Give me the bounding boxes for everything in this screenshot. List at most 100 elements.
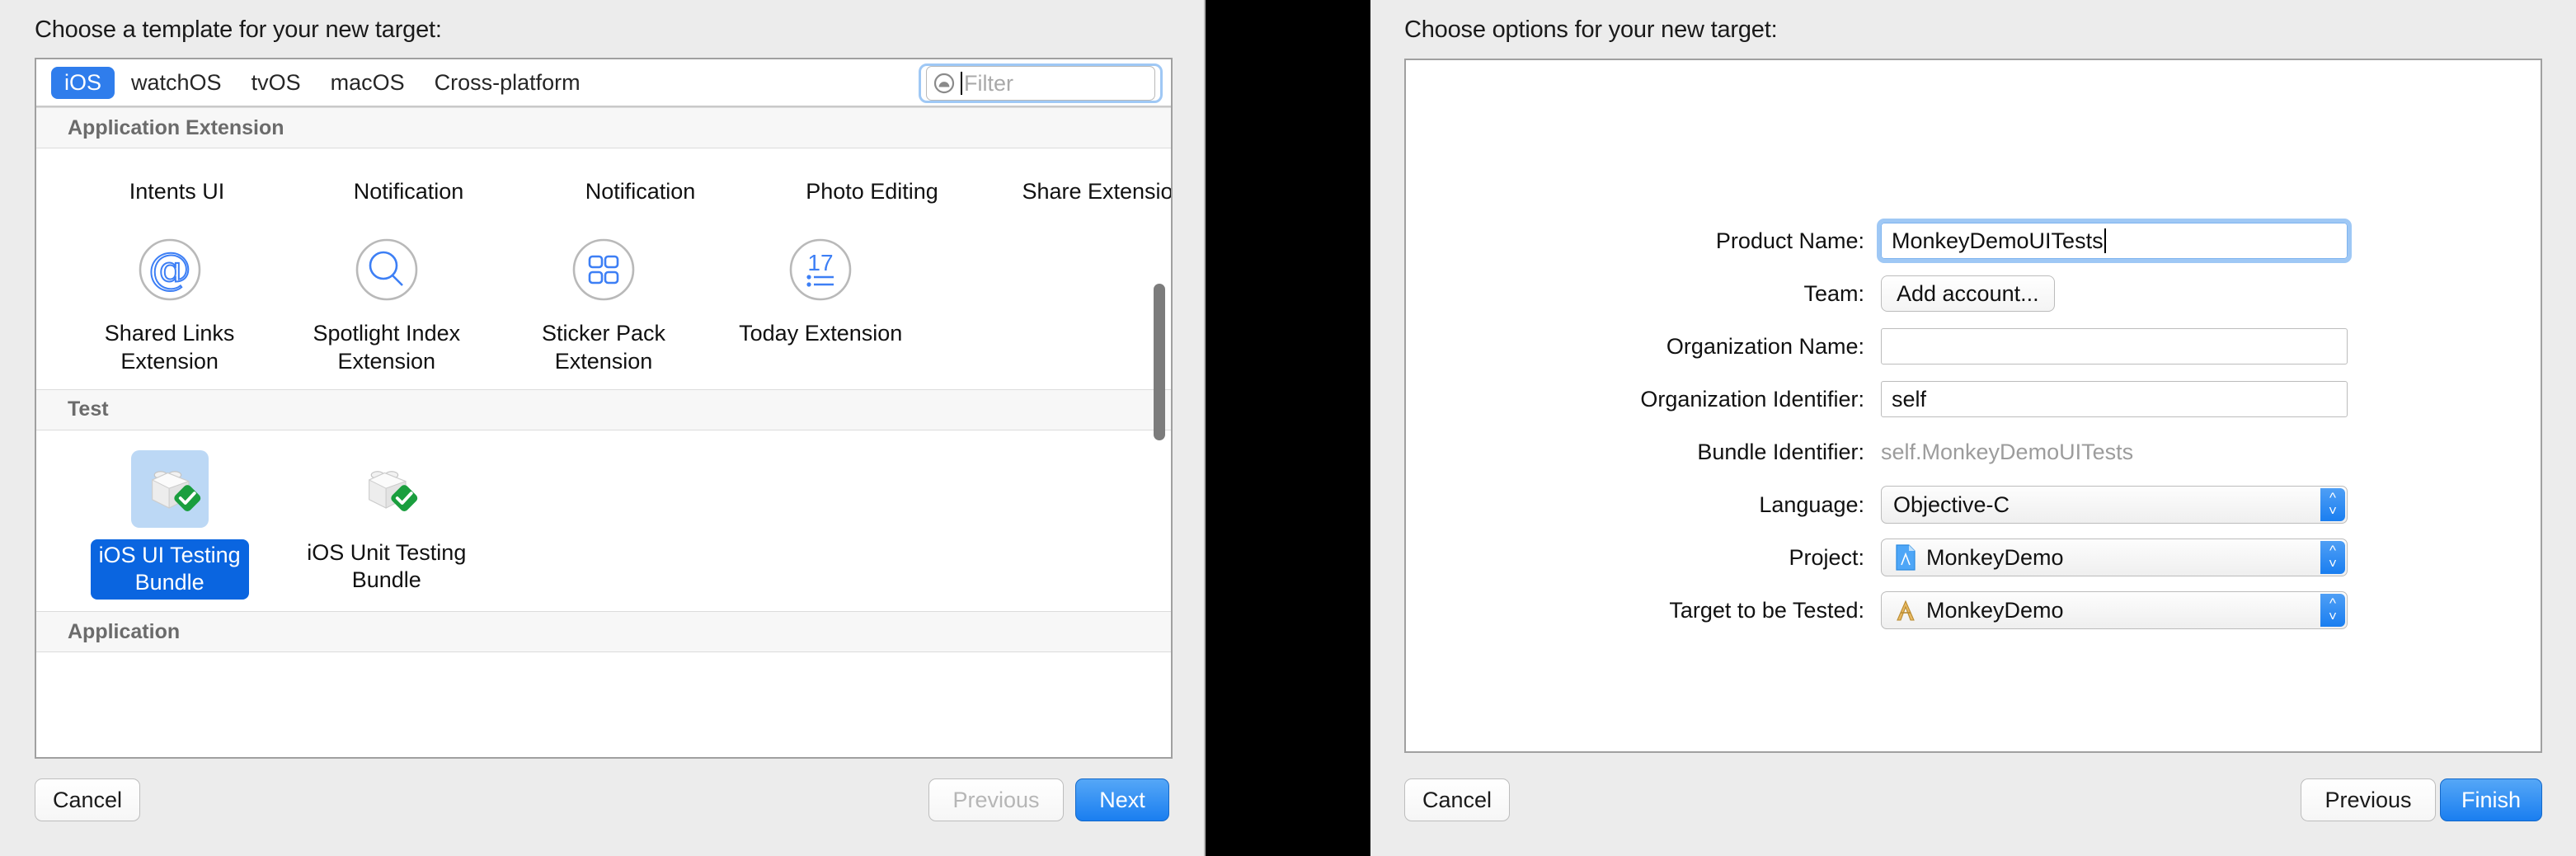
product-name-input[interactable]: MonkeyDemoUITests	[1877, 219, 2352, 263]
project-value: MonkeyDemo	[1926, 544, 2064, 570]
field-row-target-to-be-tested: Target to be Tested: MonkeyDemo ^ ˅	[1406, 591, 2541, 629]
product-name-value: MonkeyDemoUITests	[1892, 228, 2104, 253]
filter-placeholder: Filter	[964, 70, 1013, 96]
next-button[interactable]: Next	[1075, 778, 1169, 821]
section-header-application: Application	[36, 611, 1171, 652]
organization-name-input[interactable]	[1881, 328, 2348, 365]
target-to-be-tested-value: MonkeyDemo	[1926, 597, 2064, 623]
magnifier-icon	[348, 231, 425, 308]
field-row-team: Team: Add account...	[1406, 275, 2541, 313]
organization-identifier-label: Organization Identifier:	[1640, 386, 1864, 412]
template-chooser-dialog: Choose a template for your new target: i…	[0, 0, 1206, 856]
template-label: Notification Service Extension	[585, 179, 696, 204]
four-squares-icon	[565, 231, 642, 308]
tabbed-app-icon	[1065, 674, 1143, 679]
cancel-button-right[interactable]: Cancel	[1404, 778, 1510, 821]
cancel-button[interactable]: Cancel	[35, 778, 140, 821]
clipped-template-row: Intents UI Extension Notification Conten…	[36, 148, 1171, 206]
tab-macos[interactable]: macOS	[317, 67, 418, 99]
template-label: Share Extension	[1022, 179, 1171, 204]
template-item-single-view-app[interactable]: 1	[61, 662, 293, 679]
tab-ios[interactable]: iOS	[51, 66, 115, 99]
organization-identifier-input[interactable]: self	[1881, 381, 2348, 417]
screen-root: Choose a template for your new target: i…	[0, 0, 2576, 856]
game-app-icon	[370, 674, 448, 679]
test-bundle-icon	[348, 450, 425, 528]
template-row-test: iOS UI Testing Bundle iOS Unit Testing B…	[36, 430, 1171, 600]
tab-tvos[interactable]: tvOS	[238, 67, 314, 99]
template-item-ios-ui-testing-bundle[interactable]: iOS UI Testing Bundle	[61, 439, 278, 600]
xcode-project-icon	[1893, 543, 1918, 571]
bundle-identifier-label: Bundle Identifier:	[1697, 439, 1864, 464]
target-to-be-tested-select[interactable]: MonkeyDemo ^ ˅	[1881, 591, 2348, 629]
template-item-master-detail-app[interactable]	[524, 662, 756, 679]
bundle-identifier-value: self.MonkeyDemoUITests	[1881, 439, 2134, 464]
field-row-organization-name: Organization Name:	[1406, 327, 2541, 365]
template-label: Today Extension	[739, 321, 903, 346]
template-label: iOS UI Testing Bundle	[90, 539, 249, 600]
template-item-share-extension[interactable]: Share Extension	[988, 148, 1171, 206]
search-icon	[933, 72, 956, 95]
vertical-scrollbar[interactable]	[1154, 284, 1165, 440]
template-toolbar: iOS watchOS tvOS macOS Cross-platform Fi…	[36, 59, 1171, 107]
options-form-panel: Product Name: MonkeyDemoUITests Team: Ad…	[1404, 59, 2542, 753]
section-header-test: Test	[36, 388, 1171, 430]
template-cell-empty	[929, 439, 1146, 600]
add-account-button[interactable]: Add account...	[1881, 275, 2055, 312]
master-detail-app-icon	[602, 674, 679, 679]
template-cell-empty	[929, 219, 1146, 376]
template-cell-empty	[712, 439, 929, 600]
template-item-page-based-app[interactable]	[756, 662, 988, 679]
template-item-shared-links-extension[interactable]: @ Shared Links Extension	[61, 219, 278, 376]
template-browser-panel: iOS watchOS tvOS macOS Cross-platform Fi…	[35, 58, 1173, 759]
text-caret	[2104, 228, 2106, 253]
project-select[interactable]: MonkeyDemo ^ ˅	[1881, 539, 2348, 576]
template-item-tabbed-app[interactable]	[988, 662, 1171, 679]
target-to-be-tested-label: Target to be Tested:	[1669, 597, 1864, 623]
stepper-arrows-icon[interactable]: ^ ˅	[2320, 594, 2345, 627]
product-name-label: Product Name:	[1715, 228, 1864, 253]
template-scroll-area[interactable]: Application Extension Intents UI Extensi…	[36, 107, 1171, 757]
stepper-arrows-icon[interactable]: ^ ˅	[2320, 488, 2345, 521]
language-label: Language:	[1759, 491, 1864, 517]
svg-text:@: @	[148, 245, 191, 294]
filter-field[interactable]: Filter	[919, 63, 1163, 103]
template-cell-empty	[495, 439, 712, 600]
template-item-sticker-pack-extension[interactable]: Sticker Pack Extension	[495, 219, 712, 376]
field-row-product-name: Product Name: MonkeyDemoUITests	[1406, 219, 2541, 263]
organization-identifier-value: self	[1892, 386, 1927, 412]
template-item-photo-editing-extension[interactable]: Photo Editing Extension	[756, 148, 988, 206]
language-value: Objective-C	[1893, 491, 2010, 517]
platform-tab-bar: iOS watchOS tvOS macOS Cross-platform	[36, 66, 594, 99]
template-item-notification-service-extension[interactable]: Notification Service Extension	[524, 148, 756, 206]
options-form-rows: Product Name: MonkeyDemoUITests Team: Ad…	[1406, 219, 2541, 644]
today-list-icon: 17	[782, 231, 859, 308]
right-dialog-title: Choose options for your new target:	[1404, 16, 1778, 43]
field-row-organization-identifier: Organization Identifier: self	[1406, 380, 2541, 418]
template-label: Photo Editing Extension	[806, 179, 938, 204]
template-label: Notification Content Extension	[353, 179, 464, 204]
template-item-game-app[interactable]	[293, 662, 524, 679]
field-row-bundle-identifier: Bundle Identifier: self.MonkeyDemoUITest…	[1406, 433, 2541, 471]
previous-button-right[interactable]: Previous	[2301, 778, 2436, 821]
organization-name-label: Organization Name:	[1666, 333, 1864, 359]
template-item-spotlight-index-extension[interactable]: Spotlight Index Extension	[278, 219, 495, 376]
template-item-notification-content-extension[interactable]: Notification Content Extension	[293, 148, 524, 206]
finish-button[interactable]: Finish	[2440, 778, 2542, 821]
section-header-application-extension: Application Extension	[36, 107, 1171, 148]
language-select[interactable]: Objective-C ^ ˅	[1881, 486, 2348, 524]
field-row-language: Language: Objective-C ^ ˅	[1406, 486, 2541, 524]
template-label: Shared Links Extension	[104, 321, 235, 374]
page-based-app-icon	[834, 674, 911, 679]
project-label: Project:	[1789, 544, 1864, 570]
single-view-app-icon: 1	[139, 674, 216, 679]
tab-cross-platform[interactable]: Cross-platform	[421, 67, 594, 99]
svg-text:17: 17	[808, 250, 834, 275]
template-item-intents-ui-extension[interactable]: Intents UI Extension	[61, 148, 293, 206]
tab-watchos[interactable]: watchOS	[118, 67, 235, 99]
template-item-today-extension[interactable]: 17 Today Extension	[712, 219, 929, 376]
stepper-arrows-icon[interactable]: ^ ˅	[2320, 541, 2345, 574]
previous-button[interactable]: Previous	[928, 778, 1064, 821]
template-row-application: 1	[36, 652, 1171, 679]
template-item-ios-unit-testing-bundle[interactable]: iOS Unit Testing Bundle	[278, 439, 495, 600]
